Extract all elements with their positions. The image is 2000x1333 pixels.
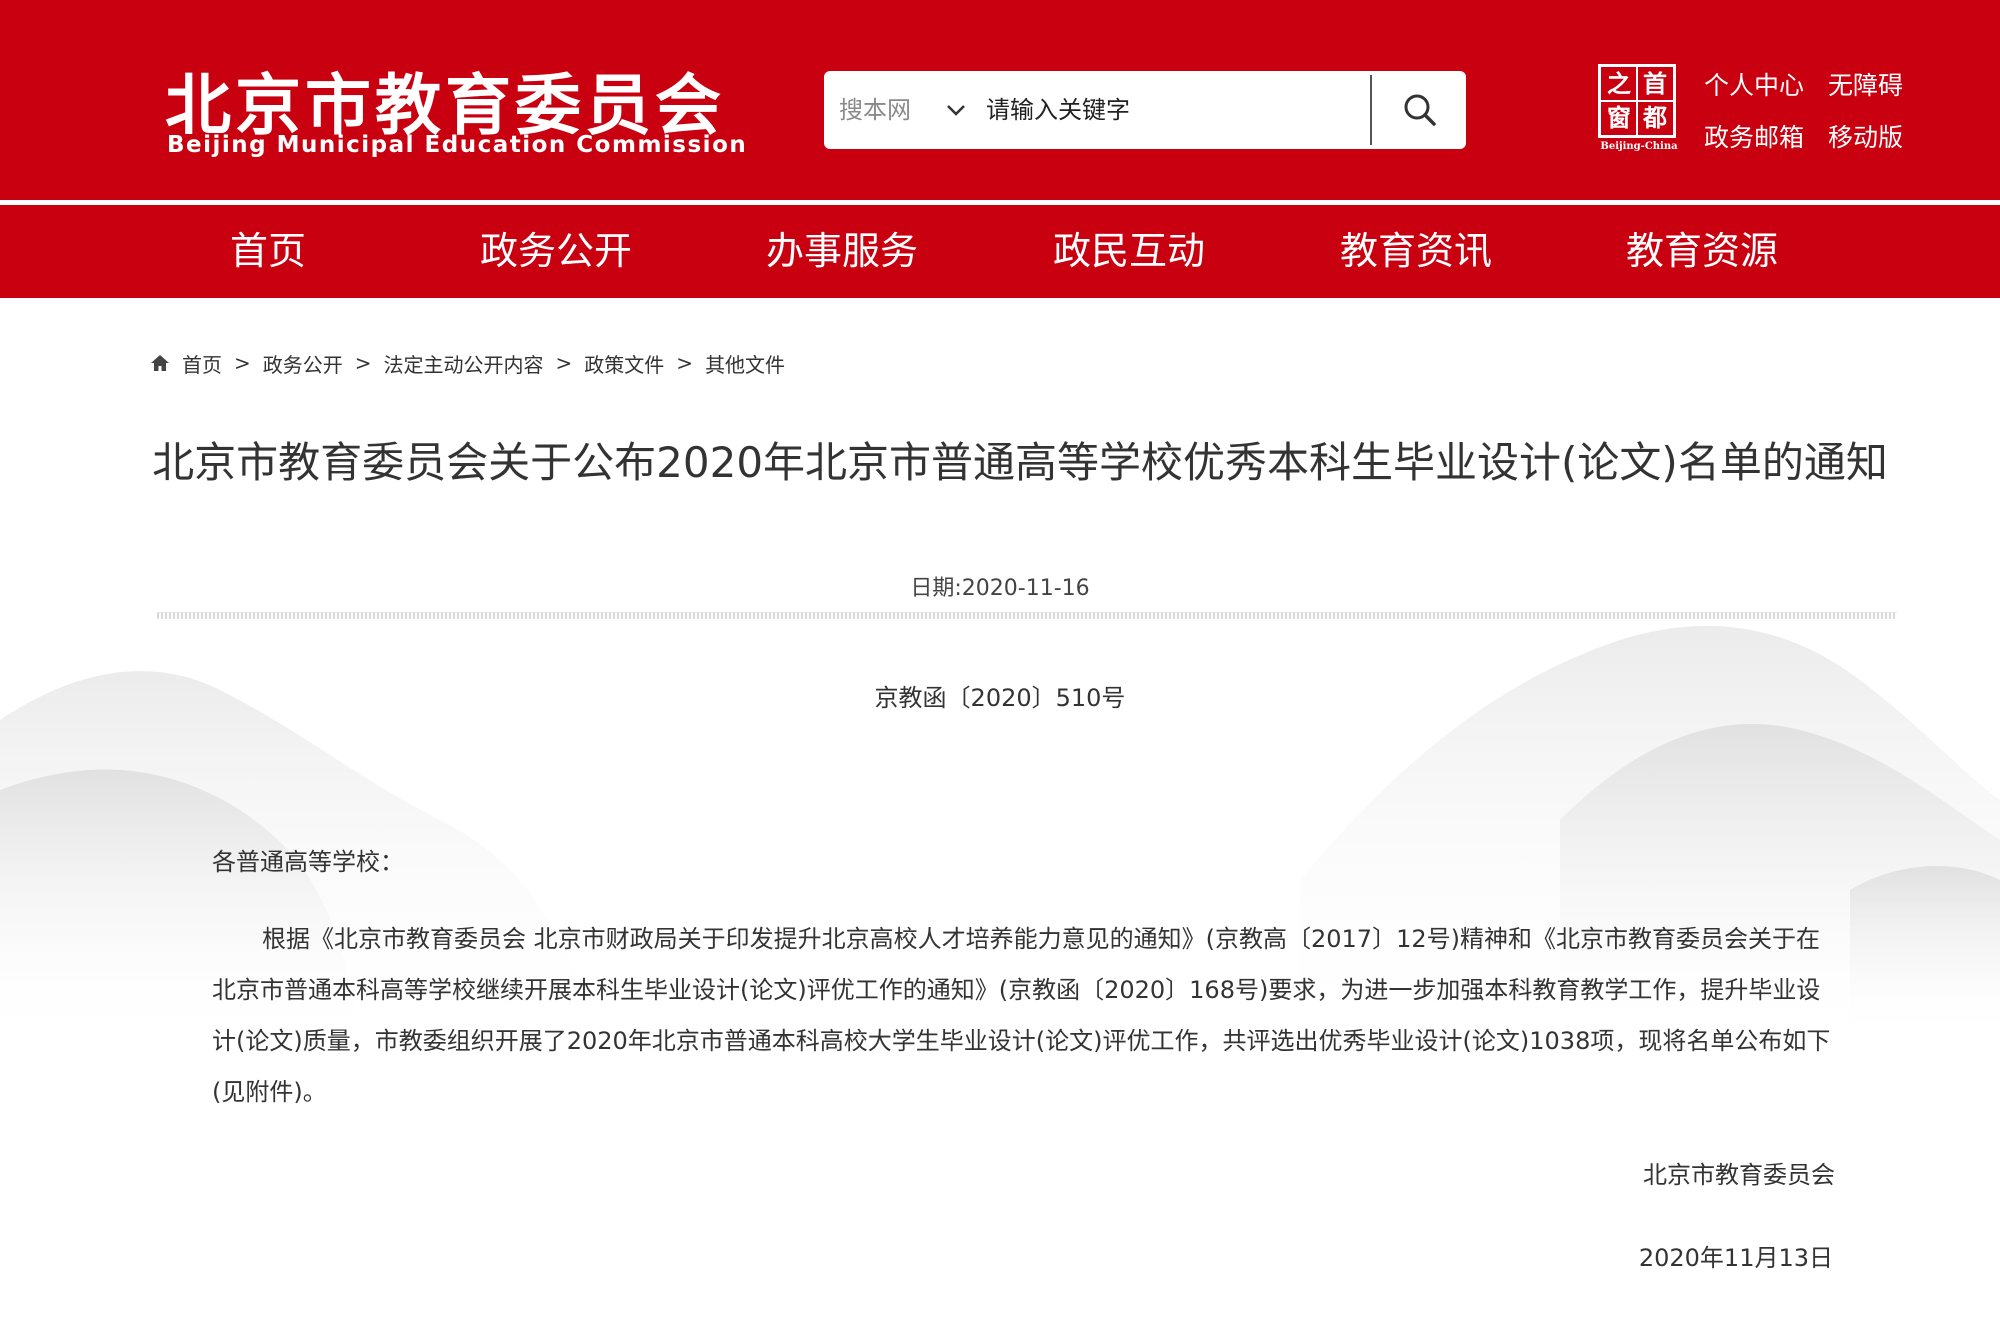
title-divider	[157, 612, 1897, 619]
breadcrumb: 首页 > 政务公开 > 法定主动公开内容 > 政策文件 > 其他文件	[150, 348, 785, 378]
seal-frame: 之 首 窗 都	[1598, 64, 1676, 138]
site-logo-subtitle[interactable]: Beijing Municipal Education Commission	[167, 132, 747, 158]
seal-char: 窗	[1607, 104, 1631, 132]
breadcrumb-policy-documents[interactable]: 政策文件	[584, 349, 664, 378]
mobile-version-link[interactable]: 移动版	[1828, 118, 1903, 154]
nav-item-interaction[interactable]: 政民互动	[1053, 205, 1205, 298]
seal-caption: Beijing-China	[1600, 141, 1678, 152]
seal-char: 首	[1643, 70, 1667, 98]
article-sign-date: 2020年11月13日	[1638, 1244, 1833, 1272]
nav-item-gov-affairs[interactable]: 政务公开	[480, 205, 632, 298]
article-title: 北京市教育委员会关于公布2020年北京市普通高等学校优秀本科生毕业设计(论文)名…	[152, 438, 1888, 487]
home-icon	[151, 355, 169, 371]
nav-item-home[interactable]: 首页	[230, 205, 306, 298]
breadcrumb-separator: >	[555, 351, 573, 375]
personal-center-link[interactable]: 个人中心	[1704, 66, 1804, 102]
breadcrumb-statutory-disclosure[interactable]: 法定主动公开内容	[384, 349, 544, 378]
nav-item-services[interactable]: 办事服务	[766, 205, 918, 298]
search-input[interactable]	[986, 85, 1346, 135]
search-icon	[1404, 94, 1436, 126]
document-number: 京教函〔2020〕510号	[874, 684, 1126, 712]
capital-window-logo[interactable]: 之 首 窗 都 Beijing-China	[1598, 64, 1680, 154]
article-date: 日期:2020-11-16	[910, 576, 1090, 601]
chevron-down-icon[interactable]	[942, 96, 970, 124]
gov-mailbox-link[interactable]: 政务邮箱	[1704, 118, 1804, 154]
site-header: 北京市教育委员会 Beijing Municipal Education Com…	[0, 0, 2000, 200]
search-box: 搜本网	[824, 71, 1466, 149]
nav-item-edu-resources[interactable]: 教育资源	[1626, 205, 1778, 298]
article-body: 根据《北京市教育委员会 北京市财政局关于印发提升北京高校人才培养能力意见的通知》…	[212, 925, 1831, 1106]
article-signature: 北京市教育委员会	[1643, 1161, 1835, 1189]
article-salutation: 各普通高等学校：	[212, 848, 404, 876]
breadcrumb-gov-affairs[interactable]: 政务公开	[263, 349, 343, 378]
breadcrumb-separator: >	[676, 351, 694, 375]
main-nav: 首页 政务公开 办事服务 政民互动 教育资讯 教育资源	[0, 205, 2000, 298]
search-button[interactable]	[1374, 71, 1466, 149]
nav-item-edu-news[interactable]: 教育资讯	[1340, 205, 1492, 298]
breadcrumb-separator: >	[234, 351, 251, 375]
search-divider	[1370, 75, 1372, 145]
breadcrumb-home[interactable]: 首页	[182, 349, 222, 378]
seal-char: 之	[1607, 70, 1631, 98]
breadcrumb-other-documents[interactable]: 其他文件	[705, 349, 785, 378]
search-scope-select[interactable]: 搜本网	[839, 71, 911, 149]
seal-char: 都	[1643, 104, 1667, 132]
accessibility-link[interactable]: 无障碍	[1828, 66, 1903, 102]
breadcrumb-separator: >	[354, 351, 372, 375]
